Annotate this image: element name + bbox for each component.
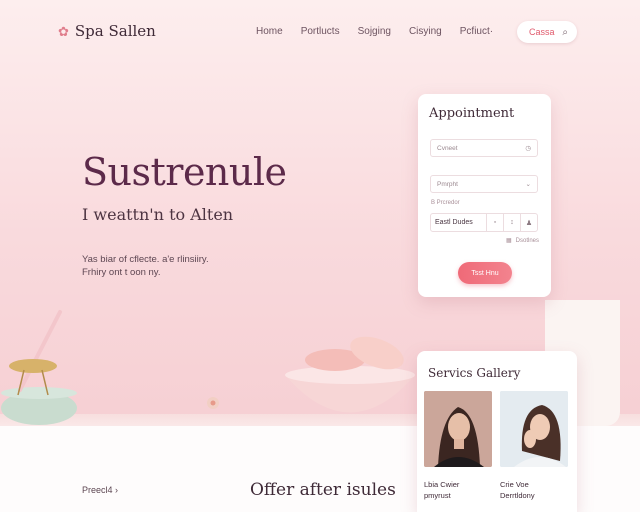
search-icon: ⌕ bbox=[562, 26, 568, 38]
date-picker-value: Eastl Dudes bbox=[431, 214, 487, 231]
woman-portrait-image bbox=[500, 391, 568, 467]
hero-description: Yas biar of cflecte. a'e rlinsiiry. Frhi… bbox=[82, 253, 252, 279]
gallery-caption-line: Derrtldony bbox=[500, 491, 535, 500]
offer-section-title: Offer after isules bbox=[250, 480, 396, 500]
service-select[interactable]: Pmrpht ⌄ bbox=[430, 175, 538, 193]
hero-description-line: Yas biar of cflecte. a'e rlinsiiry. bbox=[82, 254, 209, 265]
gallery-caption-line: Lbia Cwier bbox=[424, 480, 460, 489]
person-icon[interactable]: ♟ bbox=[521, 214, 537, 231]
nav-item-home[interactable]: Home bbox=[256, 26, 283, 37]
appointment-title: Appointment bbox=[429, 106, 515, 121]
name-field[interactable]: Cvneet ◷ bbox=[430, 139, 538, 157]
provider-label: B Prcredor bbox=[431, 200, 460, 206]
gallery-photo[interactable] bbox=[500, 391, 568, 467]
date-picker[interactable]: Eastl Dudes ▫ ↕ ♟ bbox=[430, 213, 538, 232]
service-gallery-card: Servics Gallery Lbia Cwier pmyrust Crie … bbox=[417, 351, 577, 512]
appointment-card: Appointment Cvneet ◷ Pmrpht ⌄ B Prcredor… bbox=[418, 94, 551, 297]
gallery-caption-line: pmyrust bbox=[424, 491, 451, 500]
nav-item-contact[interactable]: Pcfiuct· bbox=[460, 26, 493, 37]
woman-portrait-image bbox=[424, 391, 492, 467]
brass-bowl bbox=[9, 359, 57, 373]
nav-item-clinic[interactable]: Cisying bbox=[409, 26, 442, 37]
header-button-label: Cassa bbox=[529, 27, 555, 37]
gallery-photo[interactable] bbox=[424, 391, 492, 467]
clock-icon: ◷ bbox=[525, 145, 531, 152]
hero-description-line: Frhiry ont t oon ny. bbox=[82, 267, 161, 278]
calendar-icon[interactable]: ▫ bbox=[487, 214, 504, 231]
gallery-title: Servics Gallery bbox=[428, 366, 521, 380]
name-field-placeholder: Cvneet bbox=[437, 144, 458, 152]
service-select-placeholder: Pmrpht bbox=[437, 180, 458, 188]
gallery-caption-line: Crie Voe bbox=[500, 480, 529, 489]
appointment-note: ▦ Dsotlnes bbox=[505, 237, 539, 245]
nav-item-styling[interactable]: Sojging bbox=[358, 26, 391, 37]
flower-icon: ✿ bbox=[58, 23, 69, 39]
nav-item-products[interactable]: Portlucts bbox=[301, 26, 340, 37]
brand-name: Spa Sallen bbox=[74, 22, 156, 40]
incense-stick bbox=[18, 310, 62, 392]
book-button[interactable]: Tsst Hnu bbox=[458, 262, 512, 284]
header-search-button[interactable]: Cassa ⌕ bbox=[517, 21, 577, 43]
appointment-note-text: Dsotlnes bbox=[515, 237, 539, 244]
chevron-down-icon: ⌄ bbox=[525, 181, 531, 188]
hero-title: Sustrenule bbox=[82, 150, 287, 194]
main-nav: Home Portlucts Sojging Cisying Pcfiuct· bbox=[256, 26, 493, 37]
bottom-link[interactable]: Preecl4 › bbox=[82, 485, 118, 495]
grid-icon: ▦ bbox=[505, 238, 512, 244]
brand-logo[interactable]: ✿ Spa Sallen bbox=[58, 22, 156, 40]
stepper-icon[interactable]: ↕ bbox=[504, 214, 521, 231]
hero-subtitle: I weattn'n to Alten bbox=[82, 205, 234, 224]
gallery-caption: Lbia Cwier pmyrust bbox=[424, 479, 494, 501]
gallery-caption: Crie Voe Derrtldony bbox=[500, 479, 570, 501]
